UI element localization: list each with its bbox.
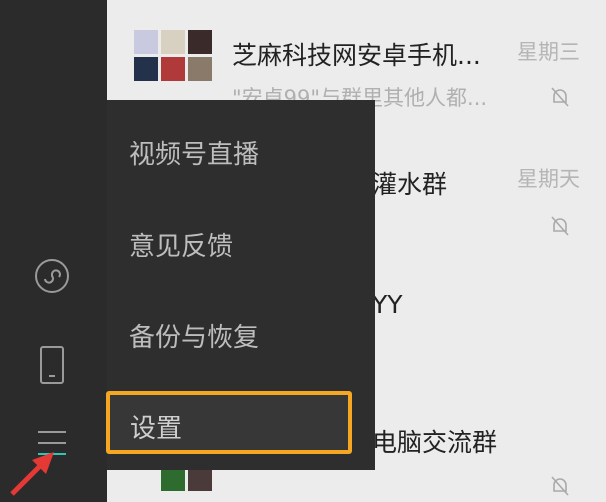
mute-bell-icon	[550, 215, 570, 237]
chat-title: 灌水群	[372, 170, 448, 199]
mute-bell-icon	[550, 86, 570, 108]
phone-icon[interactable]	[34, 345, 70, 384]
chat-item[interactable]: 芝麻科技网安卓手机... 星期三 "安卓99"与群里其他人都...	[107, 0, 606, 110]
mini-program-icon[interactable]	[34, 258, 70, 294]
chat-title: 电脑交流群	[372, 428, 498, 457]
sidebar	[0, 0, 107, 502]
chat-title: YY	[372, 290, 403, 319]
red-arrow-icon	[8, 448, 60, 498]
menu-item-backup-restore[interactable]: 备份与恢复	[129, 317, 259, 354]
chat-time: 星期三	[517, 40, 580, 64]
menu-item-settings[interactable]: 设置	[130, 408, 182, 445]
menu-item-feedback[interactable]: 意见反馈	[129, 226, 233, 263]
chat-time: 星期天	[517, 167, 580, 191]
group-avatar	[134, 30, 212, 108]
chat-title: 芝麻科技网安卓手机...	[232, 41, 481, 70]
mute-bell-icon	[550, 475, 570, 497]
menu-item-settings-highlight[interactable]: 设置	[106, 391, 352, 454]
menu-item-channels-live[interactable]: 视频号直播	[129, 134, 259, 171]
